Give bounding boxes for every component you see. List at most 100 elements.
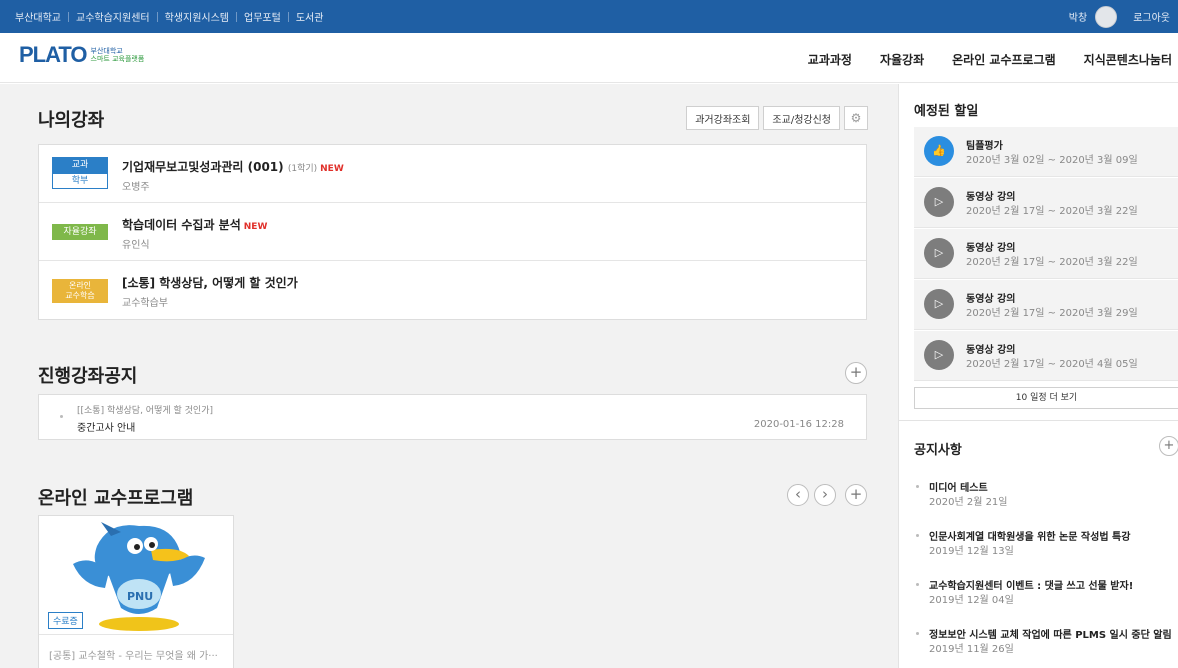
my-courses-title: 나의강좌 — [38, 110, 105, 131]
notice-title: 미디어 테스트 — [929, 483, 988, 494]
course-semester: (1학기) — [287, 164, 318, 174]
program-card[interactable]: PNU 수료증 [공통] 교수철학 - 우리는 무엇을 왜 가··· — [38, 515, 234, 668]
todo-period: 2020년 2월 17일 ~ 2020년 3월 22일 — [966, 257, 1138, 268]
bullet-icon — [916, 583, 919, 586]
new-badge: NEW — [243, 222, 268, 232]
thumbs-up-icon: 👍 — [924, 136, 954, 166]
user-area: 박창 로그아웃 — [1069, 0, 1170, 33]
logo-sub2: 스마트 교육플랫폼 — [90, 55, 145, 63]
bullet-icon — [916, 632, 919, 635]
top-bar: 부산대학교 교수학습지원센터 학생지원시스템 업무포털 도서관 박창 로그아웃 — [0, 0, 1178, 33]
main-content: 나의강좌 과거강좌조회 조교/청강신청 ⚙ 교과 학부 기업재무보고및성과관리 … — [0, 84, 898, 668]
course-item[interactable]: 자율강좌 학습데이터 수집과 분석 NEW 유인식 — [39, 203, 866, 261]
course-title[interactable]: 기업재무보고및성과관리 (001) (1학기) NEW — [122, 158, 344, 175]
course-list: 교과 학부 기업재무보고및성과관리 (001) (1학기) NEW 오병주 자율강… — [38, 144, 867, 320]
user-name[interactable]: 박창 — [1069, 9, 1087, 24]
todo-type: 동영상 강의 — [966, 243, 1016, 254]
logo-subtitle: 부산대학교 스마트 교육플랫폼 — [91, 47, 145, 63]
todo-period: 2020년 2월 17일 ~ 2020년 3월 22일 — [966, 206, 1138, 217]
top-links: 부산대학교 교수학습지원센터 학생지원시스템 업무포털 도서관 — [8, 0, 330, 33]
online-program-title: 온라인 교수프로그램 — [38, 488, 194, 509]
more-todo-button[interactable]: 10 일정 더 보기 — [914, 387, 1178, 409]
todo-item[interactable]: ▷ 동영상 강의 2020년 2월 17일 ~ 2020년 4월 05일 — [914, 331, 1178, 381]
course-type-badge: 온라인 교수학습 — [52, 279, 108, 303]
notice-title: 정보보안 시스템 교체 작업에 따른 PLMS 일시 중단 알림 — [929, 630, 1172, 641]
chevron-left-icon: ‹ — [795, 485, 801, 503]
course-notice-more-button[interactable]: + — [845, 362, 867, 384]
divider — [39, 634, 233, 635]
todo-type: 동영상 강의 — [966, 294, 1016, 305]
notice-date: 2020년 2월 21일 — [929, 497, 1008, 508]
online-program-more-button[interactable]: + — [845, 484, 867, 506]
notice-date: 2020-01-16 12:28 — [753, 419, 844, 430]
main-nav: 교과과정 자율강좌 온라인 교수프로그램 지식콘텐츠나눔터 — [808, 51, 1172, 68]
todo-item[interactable]: ▷ 동영상 강의 2020년 2월 17일 ~ 2020년 3월 29일 — [914, 280, 1178, 330]
nav-knowledge-share[interactable]: 지식콘텐츠나눔터 — [1084, 51, 1172, 68]
plato-logo[interactable]: PLATO 부산대학교 스마트 교육플랫폼 — [19, 42, 144, 68]
todo-type: 동영상 강의 — [966, 345, 1016, 356]
plus-icon: + — [1163, 438, 1175, 453]
divider — [899, 420, 1178, 421]
plus-icon: + — [849, 485, 863, 503]
nav-self-course[interactable]: 자율강좌 — [880, 51, 924, 68]
notice-date: 2019년 11월 26일 — [929, 644, 1014, 655]
course-notice-item[interactable]: [[소통] 학생상담, 어떻게 할 것인가] 중간고사 안내 2020-01-1… — [38, 394, 867, 440]
course-type-badge: 교과 학부 — [52, 157, 108, 189]
nav-curriculum[interactable]: 교과과정 — [808, 51, 852, 68]
mascot-text: PNU — [127, 590, 153, 603]
course-notice-title: 진행강좌공지 — [38, 366, 138, 387]
badge-bottom: 학부 — [52, 173, 108, 189]
play-icon: ▷ — [924, 238, 954, 268]
course-title-text: 기업재무보고및성과관리 (001) — [122, 160, 284, 174]
certificate-badge: 수료증 — [48, 612, 83, 629]
chevron-right-icon: › — [822, 485, 828, 503]
notices-more-button[interactable]: + — [1159, 436, 1178, 456]
bullet-icon — [60, 415, 63, 418]
course-professor: 유인식 — [122, 240, 150, 251]
prev-button[interactable]: ‹ — [787, 484, 809, 506]
header: PLATO 부산대학교 스마트 교육플랫폼 교과과정 자율강좌 온라인 교수프로… — [0, 33, 1178, 83]
todo-period: 2020년 2월 17일 ~ 2020년 3월 29일 — [966, 308, 1138, 319]
course-title-text: 학습데이터 수집과 분석 — [122, 218, 241, 232]
program-card-title[interactable]: [공통] 교수철학 - 우리는 무엇을 왜 가··· — [49, 647, 218, 662]
notice-title[interactable]: 중간고사 안내 — [77, 419, 135, 434]
badge-top: 온라인 — [68, 281, 92, 290]
avatar[interactable] — [1095, 5, 1118, 28]
logout-link[interactable]: 로그아웃 — [1133, 9, 1170, 24]
todo-type: 동영상 강의 — [966, 192, 1016, 203]
todo-item[interactable]: 👍 팀플평가 2020년 3월 02일 ~ 2020년 3월 09일 — [914, 127, 1178, 177]
notice-title: 교수학습지원센터 이벤트 : 댓글 쓰고 선물 받자! — [929, 581, 1134, 592]
top-link-student-system[interactable]: 학생지원시스템 — [158, 9, 236, 24]
todo-period: 2020년 2월 17일 ~ 2020년 4월 05일 — [966, 359, 1138, 370]
todo-item[interactable]: ▷ 동영상 강의 2020년 2월 17일 ~ 2020년 3월 22일 — [914, 178, 1178, 228]
badge-top: 자율강좌 — [52, 224, 108, 240]
top-link-portal[interactable]: 업무포털 — [237, 9, 288, 24]
todo-title: 예정된 할일 — [914, 104, 979, 119]
assistant-request-button[interactable]: 조교/청강신청 — [763, 106, 840, 130]
top-link-library[interactable]: 도서관 — [289, 9, 331, 24]
next-button[interactable]: › — [814, 484, 836, 506]
course-type-badge: 자율강좌 — [52, 224, 108, 240]
badge-top: 교과 — [52, 157, 108, 173]
todo-item[interactable]: ▷ 동영상 강의 2020년 2월 17일 ~ 2020년 3월 22일 — [914, 229, 1178, 279]
gear-icon: ⚙ — [850, 111, 862, 125]
top-link-pnu[interactable]: 부산대학교 — [8, 9, 68, 24]
course-title[interactable]: 학습데이터 수집과 분석 NEW — [122, 216, 267, 233]
play-icon: ▷ — [924, 187, 954, 217]
course-professor: 교수학습부 — [122, 298, 168, 309]
nav-online-program[interactable]: 온라인 교수프로그램 — [952, 51, 1056, 68]
notices-title: 공지사항 — [914, 443, 962, 458]
top-link-ctl[interactable]: 교수학습지원센터 — [69, 9, 157, 24]
todo-type: 팀플평가 — [966, 141, 1003, 152]
course-title[interactable]: [소통] 학생상담, 어떻게 할 것인가 — [122, 274, 298, 291]
past-courses-button[interactable]: 과거강좌조회 — [686, 106, 760, 130]
settings-button[interactable]: ⚙ — [844, 106, 868, 130]
course-item[interactable]: 온라인 교수학습 [소통] 학생상담, 어떻게 할 것인가 교수학습부 — [39, 261, 866, 319]
new-badge: NEW — [320, 164, 344, 174]
logo-sub1: 부산대학교 — [90, 47, 123, 55]
notice-date: 2019년 12월 04일 — [929, 595, 1014, 606]
play-icon: ▷ — [924, 340, 954, 370]
logo-text: PLATO — [19, 42, 88, 67]
notice-title: 인문사회계열 대학원생을 위한 논문 작성법 특강 — [929, 532, 1131, 543]
course-item[interactable]: 교과 학부 기업재무보고및성과관리 (001) (1학기) NEW 오병주 — [39, 145, 866, 203]
